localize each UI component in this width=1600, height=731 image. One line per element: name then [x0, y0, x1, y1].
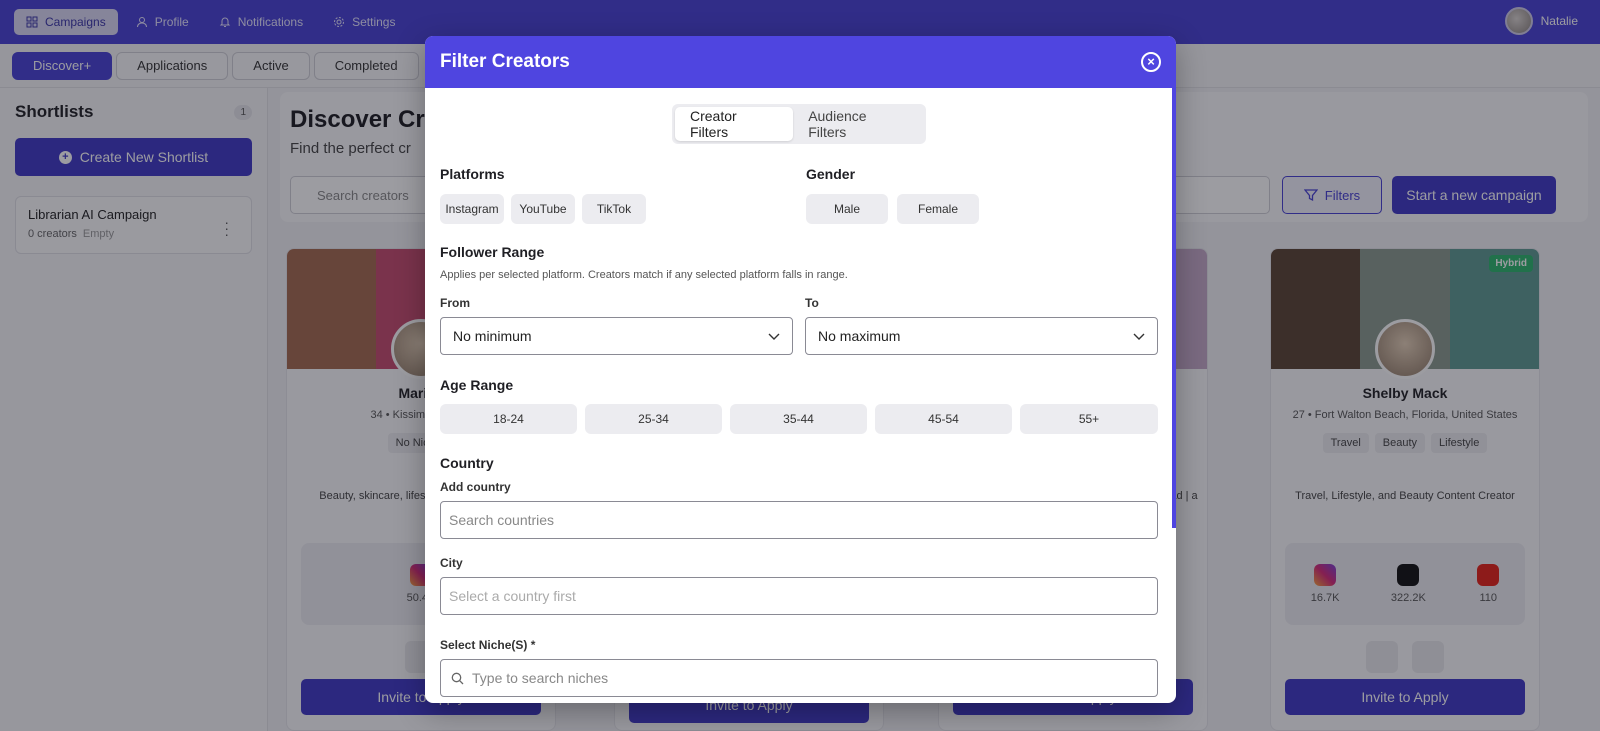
chevron-down-icon — [1133, 333, 1145, 340]
follower-to-select[interactable]: No maximum — [805, 317, 1158, 355]
country-search-input[interactable]: Search countries — [440, 501, 1158, 539]
to-label: To — [805, 296, 819, 310]
niche-search-input[interactable]: Type to search niches — [440, 659, 1158, 697]
modal-header: Filter Creators × — [425, 36, 1176, 88]
add-country-label: Add country — [440, 480, 511, 494]
gender-chip-male[interactable]: Male — [806, 194, 888, 224]
gender-chip-female[interactable]: Female — [897, 194, 979, 224]
from-label: From — [440, 296, 470, 310]
age-chip-25-34[interactable]: 25-34 — [585, 404, 722, 434]
niche-label: Select Niche(S) * — [440, 638, 536, 652]
close-icon[interactable]: × — [1141, 52, 1161, 72]
tab-creator-filters[interactable]: Creator Filters — [675, 107, 794, 141]
modal-body: Creator Filters Audience Filters Platfor… — [425, 88, 1176, 703]
chevron-down-icon — [768, 333, 780, 340]
modal-title: Filter Creators — [440, 51, 570, 72]
age-chip-18-24[interactable]: 18-24 — [440, 404, 577, 434]
city-select[interactable]: Select a country first — [440, 577, 1158, 615]
follower-from-value: No minimum — [453, 328, 532, 344]
gender-label: Gender — [806, 166, 856, 182]
platform-chip-youtube[interactable]: YouTube — [511, 194, 575, 224]
tab-audience-filters[interactable]: Audience Filters — [793, 107, 923, 141]
follower-range-hint: Applies per selected platform. Creators … — [440, 269, 848, 281]
platform-chip-tiktok[interactable]: TikTok — [582, 194, 646, 224]
niche-placeholder: Type to search niches — [472, 670, 609, 686]
age-chip-55-plus[interactable]: 55+ — [1020, 404, 1158, 434]
age-chip-35-44[interactable]: 35-44 — [730, 404, 867, 434]
follower-range-label: Follower Range — [440, 244, 545, 260]
platform-chip-instagram[interactable]: Instagram — [440, 194, 504, 224]
follower-to-value: No maximum — [818, 328, 901, 344]
age-range-label: Age Range — [440, 377, 514, 393]
filter-creators-modal: Filter Creators × Creator Filters Audien… — [425, 36, 1176, 703]
city-label: City — [440, 556, 463, 570]
country-label: Country — [440, 455, 494, 471]
search-icon — [451, 672, 464, 684]
filter-type-tabs: Creator Filters Audience Filters — [672, 104, 926, 144]
follower-from-select[interactable]: No minimum — [440, 317, 793, 355]
platforms-label: Platforms — [440, 166, 505, 182]
age-chip-45-54[interactable]: 45-54 — [875, 404, 1012, 434]
